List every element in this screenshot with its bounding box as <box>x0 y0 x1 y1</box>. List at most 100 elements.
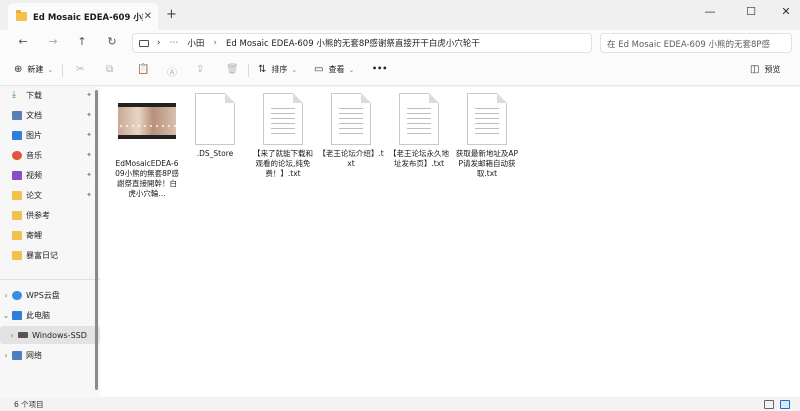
tab-close-icon[interactable]: ✕ <box>144 11 152 22</box>
divider <box>0 279 100 280</box>
file-thumbnail <box>259 93 307 145</box>
sidebar-item-network[interactable]: › 网络 <box>0 346 100 364</box>
download-icon: ⤓ <box>12 89 16 100</box>
pin-icon: ✦ <box>86 191 92 199</box>
file-item[interactable]: 【老王论坛永久地址发布页】.txt <box>386 93 452 169</box>
trash-icon: 🗑 <box>226 64 239 75</box>
up-button[interactable]: ↑ <box>73 35 91 48</box>
video-thumbnail <box>118 103 176 139</box>
file-name: .DS_Store <box>196 149 234 158</box>
file-item[interactable]: 【老王论坛介绍】.txt <box>318 93 384 169</box>
paste-button[interactable]: 📋 <box>137 64 154 75</box>
sidebar-item-jili[interactable]: 寄鲤 <box>0 226 100 244</box>
cut-button[interactable]: ✂ <box>76 64 89 75</box>
breadcrumb-segment[interactable]: Ed Mosaic EDEA-609 小熊的无套8P感谢祭直接开干白虎小穴轮干 <box>226 37 480 49</box>
sidebar-scrollbar[interactable] <box>95 90 98 390</box>
chevron-down-icon: ⌄ <box>348 65 355 74</box>
sidebar-item-documents[interactable]: 文档 ✦ <box>0 106 100 124</box>
file-name: 【老王论坛永久地址发布页】.txt <box>389 149 449 168</box>
sidebar-item-reference[interactable]: 供参考 <box>0 206 100 224</box>
sidebar-item-label: 网络 <box>26 350 42 360</box>
forward-button[interactable]: → <box>44 35 62 48</box>
new-button[interactable]: ⊕ 新建 ⌄ <box>14 64 58 75</box>
sidebar-item-papers[interactable]: 论文 ✦ <box>0 186 100 204</box>
text-file-icon <box>467 93 507 145</box>
file-name: EdMosaicEDEA-609小熊的無套8P感謝祭直接開幹！白虎小穴輪... <box>115 159 179 198</box>
divider <box>248 64 249 77</box>
sidebar-item-music[interactable]: 音乐 ✦ <box>0 146 100 164</box>
preview-button[interactable]: ◫ 预览 <box>750 64 780 75</box>
sidebar-item-wps-cloud[interactable]: › WPS云盘 <box>0 286 100 304</box>
cut-icon: ✂ <box>76 64 85 75</box>
chevron-right-icon[interactable]: › <box>0 351 12 360</box>
address-more[interactable]: ⋯ <box>169 38 178 48</box>
sidebar-item-videos[interactable]: 视频 ✦ <box>0 166 100 184</box>
chevron-right-icon[interactable]: › <box>6 331 18 340</box>
copy-button[interactable]: ⧉ <box>106 64 118 75</box>
file-thumbnail <box>395 93 443 145</box>
large-icons-view-button[interactable] <box>780 400 790 409</box>
delete-button[interactable]: 🗑 <box>226 64 244 75</box>
search-input[interactable]: 在 Ed Mosaic EDEA-609 小熊的无套8P感 <box>600 33 792 53</box>
view-button[interactable]: ▭ 查看 ⌄ <box>314 64 359 75</box>
sidebar-item-windows-ssd[interactable]: › Windows-SSD <box>0 326 100 344</box>
sort-button[interactable]: ⇅ 排序 ⌄ <box>258 64 302 75</box>
text-file-icon <box>263 93 303 145</box>
folder-icon <box>12 230 22 240</box>
more-options-button[interactable]: ••• <box>372 64 387 73</box>
chevron-down-icon[interactable]: ⌄ <box>0 311 12 320</box>
breadcrumb-segment[interactable]: 小田 <box>187 37 204 49</box>
maximize-button[interactable]: ☐ <box>741 5 761 18</box>
new-button-label: 新建 <box>27 65 44 74</box>
file-item[interactable]: EdMosaicEDEA-609小熊的無套8P感謝祭直接開幹！白虎小穴輪... <box>114 93 180 199</box>
pin-icon: ✦ <box>86 111 92 119</box>
file-name: 获取最新地址及APP请发邮箱自动获取.txt <box>455 149 519 178</box>
status-bar: 6 个项目 <box>0 398 800 411</box>
rename-button[interactable]: Ⓐ <box>167 64 182 79</box>
chevron-right-icon[interactable]: › <box>0 291 12 300</box>
file-item[interactable]: .DS_Store <box>182 93 248 159</box>
sidebar-item-pictures[interactable]: 图片 ✦ <box>0 126 100 144</box>
file-item[interactable]: 获取最新地址及APP请发邮箱自动获取.txt <box>454 93 520 179</box>
navigation-pane: ⤓ 下载 ✦ 文档 ✦ 图片 ✦ 音乐 ✦ 视频 ✦ 论文 ✦ 供参考 寄鲤 暴… <box>0 86 100 398</box>
document-icon <box>12 110 22 120</box>
preview-pane-icon: ◫ <box>750 64 760 75</box>
item-count: 6 个项目 <box>14 400 44 409</box>
sidebar-item-diary[interactable]: 暴富日记 <box>0 246 100 264</box>
pin-icon: ✦ <box>86 91 92 99</box>
drive-icon <box>18 332 28 338</box>
back-button[interactable]: ← <box>14 35 32 48</box>
folder-icon <box>12 210 22 220</box>
sidebar-item-label: 文档 <box>26 110 42 120</box>
breadcrumb-chevron-icon: › <box>213 38 218 48</box>
video-icon <box>12 170 22 180</box>
folder-icon <box>12 190 22 200</box>
minimize-button[interactable]: — <box>700 5 720 18</box>
sort-button-label: 排序 <box>271 65 288 74</box>
share-icon: ⇪ <box>196 64 205 75</box>
details-view-button[interactable] <box>764 400 774 409</box>
file-item[interactable]: 【来了就能下载和观看的论坛,纯免费！】.txt <box>250 93 316 179</box>
sidebar-item-this-pc[interactable]: ⌄ 此电脑 <box>0 306 100 324</box>
folder-icon <box>16 10 27 21</box>
tab-active[interactable]: Ed Mosaic EDEA-609 小熊的无 ✕ <box>8 3 158 30</box>
tab-title: Ed Mosaic EDEA-609 小熊的无 <box>33 12 143 23</box>
sidebar-item-downloads[interactable]: ⤓ 下载 ✦ <box>0 86 100 104</box>
paste-icon: 📋 <box>137 64 150 75</box>
copy-icon: ⧉ <box>106 64 114 75</box>
preview-button-label: 预览 <box>764 65 781 74</box>
text-file-icon <box>331 93 371 145</box>
file-thumbnail <box>118 103 176 155</box>
close-window-button[interactable]: ✕ <box>776 5 796 18</box>
address-bar[interactable]: › ⋯ 小田 › Ed Mosaic EDEA-609 小熊的无套8P感谢祭直接… <box>132 33 592 53</box>
chevron-down-icon: ⌄ <box>47 65 54 74</box>
file-name: 【老王论坛介绍】.txt <box>318 149 384 168</box>
new-tab-button[interactable]: + <box>166 7 177 22</box>
refresh-button[interactable]: ↻ <box>103 35 121 48</box>
sidebar-item-label: 图片 <box>26 130 42 140</box>
share-button[interactable]: ⇪ <box>196 64 209 75</box>
sidebar-item-label: 论文 <box>26 190 42 200</box>
sidebar-item-label: 暴富日记 <box>26 250 58 260</box>
command-bar: ⊕ 新建 ⌄ ✂ ⧉ 📋 Ⓐ ⇪ 🗑 ⇅ 排序 ⌄ ▭ 查看 ⌄ ••• ◫ 预… <box>0 56 800 86</box>
file-thumbnail <box>191 93 239 145</box>
